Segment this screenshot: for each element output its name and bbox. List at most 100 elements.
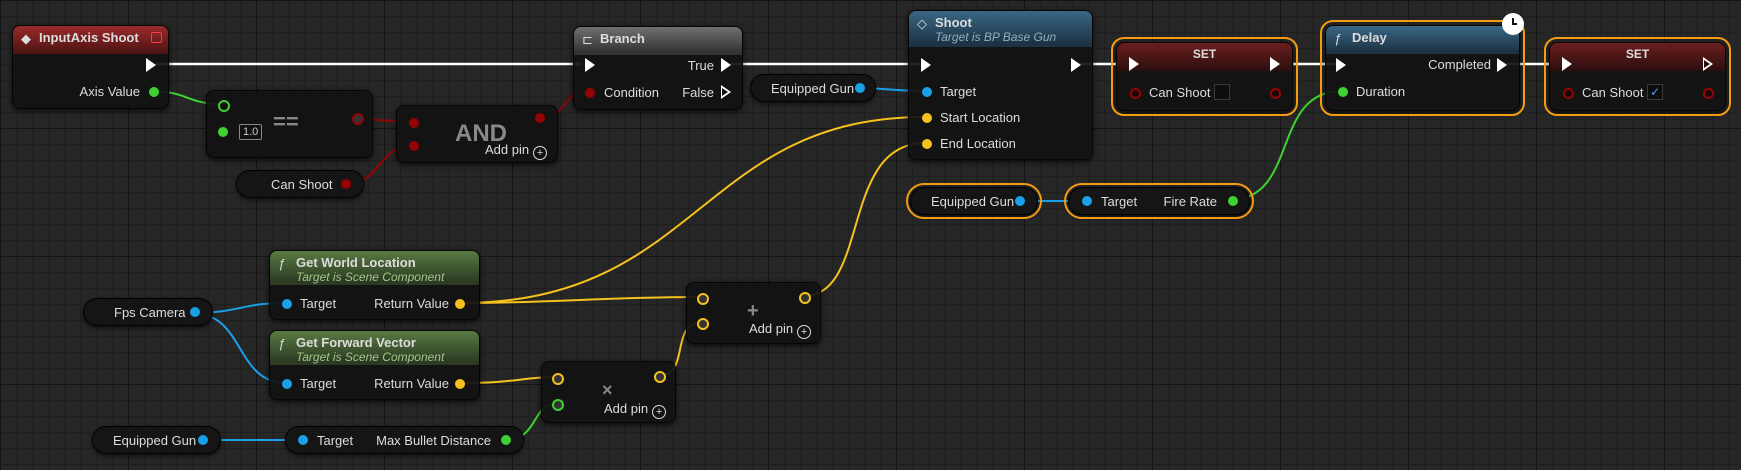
target-label: Target: [1101, 194, 1138, 209]
eq-input-b-pin[interactable]: [218, 127, 228, 137]
target-pin[interactable]: [922, 87, 932, 97]
node-subtitle: Target is Scene Component: [296, 350, 445, 364]
vector-multiply-node[interactable]: × Add pin +: [541, 361, 676, 423]
exec-out-pin-inner: [1704, 60, 1710, 68]
target-pin[interactable]: [298, 435, 308, 445]
exec-in-pin[interactable]: [1562, 57, 1572, 71]
fire-rate-out-pin[interactable]: [1228, 196, 1238, 206]
add-input-a-pin[interactable]: [697, 293, 709, 305]
can-shoot-out-pin[interactable]: [1270, 88, 1281, 99]
node-header: SET: [1117, 43, 1292, 71]
set-can-shoot-node-2[interactable]: SET Can Shoot ✓: [1544, 37, 1731, 116]
node-header: ◆ InputAxis Shoot: [13, 26, 168, 54]
set-can-shoot-node-1[interactable]: SET Can Shoot: [1111, 37, 1298, 116]
end-location-pin[interactable]: [922, 139, 932, 149]
can-shoot-variable[interactable]: Can Shoot: [236, 170, 364, 198]
node-header: ⊏ Branch: [574, 27, 742, 55]
node-title: Get World Location: [296, 255, 416, 270]
add-input-b-pin[interactable]: [697, 318, 709, 330]
completed-label: Completed: [1428, 57, 1491, 72]
function-f-icon: ƒ: [278, 336, 286, 351]
start-location-pin[interactable]: [922, 113, 932, 123]
fps-camera-variable[interactable]: Fps Camera: [83, 298, 213, 326]
mult-output-pin[interactable]: [654, 371, 666, 383]
and-input-b-pin[interactable]: [409, 141, 419, 151]
node-header: ƒ Get World Location Target is Scene Com…: [270, 251, 479, 285]
equipped-gun-variable-1[interactable]: Equipped Gun: [750, 74, 876, 102]
equipped-gun-out-pin[interactable]: [855, 83, 865, 93]
plus-circle-icon: +: [533, 146, 548, 160]
branch-icon: ⊏: [582, 32, 593, 47]
fps-camera-out-pin[interactable]: [190, 307, 200, 317]
eq-input-a-pin[interactable]: [218, 100, 230, 112]
can-shoot-in-pin[interactable]: [1563, 88, 1574, 99]
exec-out-pin[interactable]: [1270, 57, 1280, 71]
node-subtitle: Target is Scene Component: [296, 270, 445, 284]
get-world-location-node[interactable]: ƒ Get World Location Target is Scene Com…: [269, 250, 480, 320]
and-input-a-pin[interactable]: [409, 118, 419, 128]
function-f-icon: ƒ: [1334, 31, 1342, 46]
mult-input-b-pin[interactable]: [552, 399, 564, 411]
duration-pin[interactable]: [1338, 87, 1348, 97]
node-title: SET: [1625, 47, 1650, 61]
mult-add-pin-button[interactable]: Add pin +: [604, 401, 667, 419]
can-shoot-checkbox[interactable]: [1214, 84, 1230, 100]
equipped-gun-variable-2[interactable]: Equipped Gun: [906, 183, 1042, 219]
and-node[interactable]: AND Add pin +: [396, 105, 558, 163]
equipped-gun-variable-3[interactable]: Equipped Gun: [92, 426, 221, 454]
delay-node[interactable]: ƒ Delay Completed Duration: [1320, 20, 1525, 116]
fire-rate-getter-node[interactable]: Target Fire Rate: [1064, 183, 1254, 219]
exec-in-pin[interactable]: [585, 58, 595, 72]
target-pin[interactable]: [282, 379, 292, 389]
node-header: ◇ Shoot Target is BP Base Gun: [909, 11, 1092, 47]
max-bullet-distance-out-pin[interactable]: [501, 435, 511, 445]
exec-in-pin[interactable]: [921, 58, 931, 72]
get-forward-vector-node[interactable]: ƒ Get Forward Vector Target is Scene Com…: [269, 330, 480, 400]
axis-value-pin[interactable]: [149, 87, 159, 97]
exec-in-pin[interactable]: [1336, 58, 1346, 72]
equipped-gun-out-pin[interactable]: [198, 435, 208, 445]
branch-node[interactable]: ⊏ Branch Condition True False: [573, 26, 743, 110]
exec-in-pin[interactable]: [1129, 57, 1139, 71]
true-exec-pin[interactable]: [721, 58, 731, 72]
add-output-pin[interactable]: [799, 292, 811, 304]
condition-pin[interactable]: [585, 88, 595, 98]
can-shoot-out-pin[interactable]: [1703, 88, 1714, 99]
equipped-gun-out-pin[interactable]: [1015, 196, 1025, 206]
target-pin[interactable]: [282, 299, 292, 309]
can-shoot-out-pin[interactable]: [341, 179, 351, 189]
end-location-label: End Location: [940, 136, 1016, 151]
can-shoot-in-pin[interactable]: [1130, 88, 1141, 99]
and-add-pin-button[interactable]: Add pin +: [485, 142, 548, 160]
completed-exec-pin[interactable]: [1497, 58, 1507, 72]
latent-clock-icon: [1502, 13, 1524, 35]
max-bullet-distance-getter-node[interactable]: Target Max Bullet Distance: [285, 426, 524, 454]
multiply-operator: ×: [602, 380, 613, 400]
start-location-label: Start Location: [940, 110, 1021, 125]
exec-out-pin[interactable]: [1071, 58, 1081, 72]
target-pin[interactable]: [1082, 196, 1092, 206]
false-exec-pin-inner: [722, 88, 728, 96]
plus-circle-icon: +: [652, 405, 667, 419]
return-value-pin[interactable]: [455, 299, 465, 309]
exec-out-pin[interactable]: [146, 58, 156, 72]
shoot-node[interactable]: ◇ Shoot Target is BP Base Gun Target Sta…: [908, 10, 1093, 160]
mult-input-a-pin[interactable]: [552, 373, 564, 385]
can-shoot-label: Can Shoot: [1149, 85, 1211, 100]
literal-value-box[interactable]: 1.0: [239, 124, 263, 140]
and-output-pin[interactable]: [535, 113, 545, 123]
equals-node[interactable]: 1.0 ==: [206, 90, 373, 158]
condition-label: Condition: [604, 85, 659, 100]
add-add-pin-button[interactable]: Add pin +: [749, 321, 812, 339]
function-f-icon: ƒ: [278, 256, 286, 271]
return-value-label: Return Value: [374, 296, 449, 311]
variable-label: Can Shoot: [271, 177, 333, 192]
can-shoot-checkbox[interactable]: ✓: [1647, 84, 1663, 100]
return-value-pin[interactable]: [455, 379, 465, 389]
eq-output-pin[interactable]: [352, 113, 364, 125]
target-label: Target: [300, 376, 337, 391]
input-axis-shoot-node[interactable]: ◆ InputAxis Shoot Axis Value: [12, 25, 169, 109]
fire-rate-label: Fire Rate: [1163, 194, 1217, 209]
vector-add-node[interactable]: + Add pin +: [686, 282, 821, 344]
variable-label: Equipped Gun: [113, 433, 197, 448]
